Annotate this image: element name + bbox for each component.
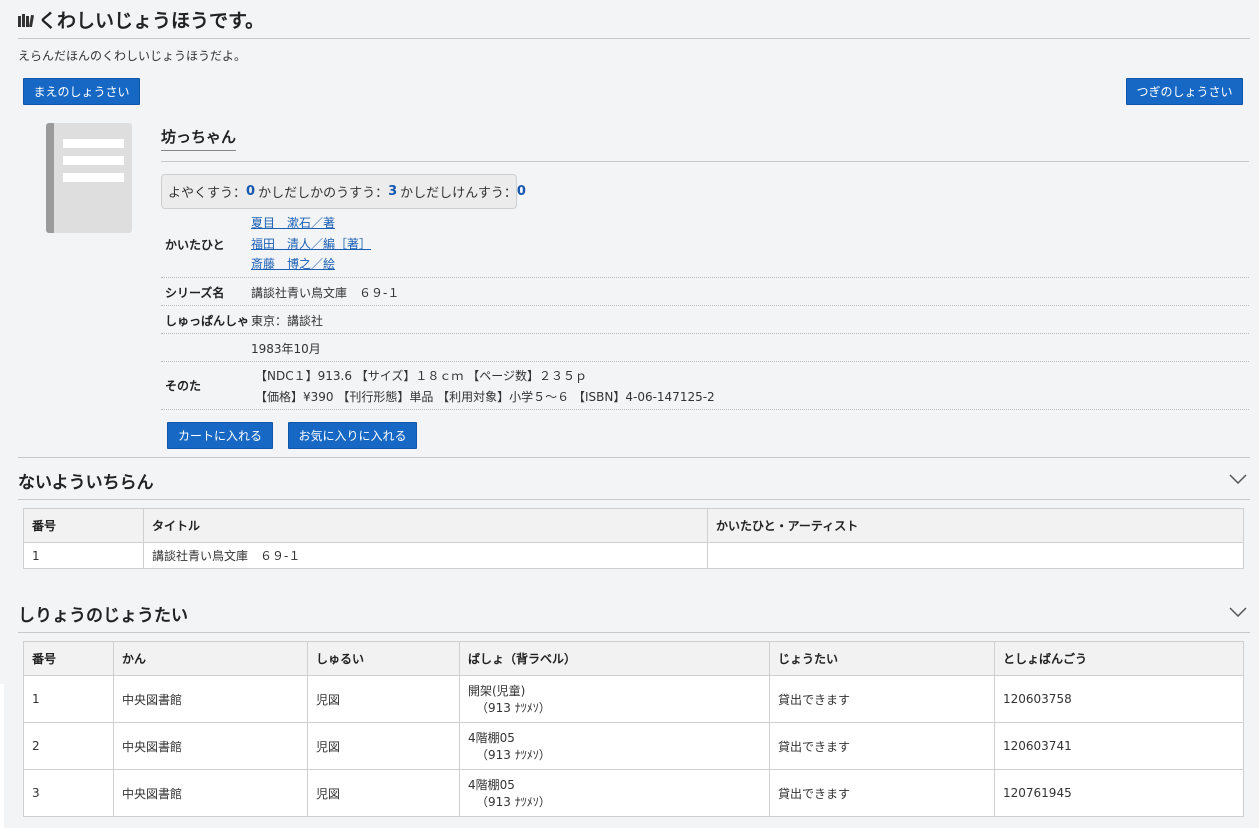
contents-table: 番号 タイトル かいたひと・アーティスト 1 講談社青い鳥文庫 ６９-１ — [23, 508, 1244, 569]
table-cell: 貸出できます — [769, 722, 995, 770]
contents-top-divider — [18, 457, 1250, 458]
book-title-divider — [161, 161, 1249, 162]
column-header: かいたひと・アーティスト — [707, 508, 1244, 543]
next-detail-button[interactable]: つぎのしょうさい — [1126, 78, 1243, 105]
table-cell: 120603758 — [994, 675, 1244, 723]
detail-page: くわしいじょうほうです。 えらんだほんのくわしいじょうほうだよ。 まえのしょうさ… — [0, 0, 1259, 828]
table-cell: 中央図書館 — [113, 769, 308, 817]
table-cell: 貸出できます — [769, 675, 995, 723]
table-cell: 3 — [23, 769, 114, 817]
column-header: としょばんごう — [994, 641, 1244, 676]
lendable-count-value: 3 — [388, 184, 398, 199]
availability-counts: よやくすう： 0 かしだしかのうすう： 3 かしだしけんすう： 0 — [161, 174, 526, 209]
publisher-row: しゅっぱんしゃ 東京：講談社 — [161, 306, 1249, 334]
table-cell: 貸出できます — [769, 769, 995, 817]
table-cell: 中央図書館 — [113, 675, 308, 723]
page-lead: えらんだほんのくわしいじょうほうだよ。 — [18, 49, 247, 63]
table-cell: 120761945 — [994, 769, 1244, 817]
authors-row: かいたひと 夏目 漱石／著 福田 清人／編［著］ 斎藤 博之／絵 — [161, 211, 1249, 278]
book-title: 坊っちゃん — [161, 126, 237, 151]
publisher-label: しゅっぱんしゃ — [165, 314, 250, 328]
publish-date: 1983年10月 — [251, 342, 321, 356]
series-value: 講談社青い鳥文庫 ６９-１ — [251, 286, 400, 300]
column-header: 番号 — [23, 508, 144, 543]
shelf-location: 4階棚05 — [468, 731, 515, 745]
other-row: そのた 【NDC１】913.6 【サイズ】１８ｃｍ 【ページ数】２３５ｐ 【価格… — [161, 362, 1249, 410]
reserve-count-label: よやくすう： — [168, 186, 247, 201]
table-cell: 児図 — [307, 769, 460, 817]
publisher-value: 東京：講談社 — [251, 314, 324, 328]
table-row: 1 講談社青い鳥文庫 ６９-１ — [23, 542, 1244, 569]
books-icon — [18, 13, 34, 27]
column-header: 番号 — [23, 641, 114, 676]
table-header-row: 番号 タイトル かいたひと・アーティスト — [23, 508, 1244, 543]
table-cell: 講談社青い鳥文庫 ６９-１ — [143, 542, 708, 569]
call-number-label: （913 ﾅﾂﾒｿ） — [476, 795, 551, 809]
edge-strip — [0, 684, 4, 828]
call-number-label: （913 ﾅﾂﾒｿ） — [476, 701, 551, 715]
column-header: タイトル — [143, 508, 708, 543]
table-cell: 4階棚05 （913 ﾅﾂﾒｿ） — [459, 722, 770, 770]
date-row: 1983年10月 — [161, 334, 1249, 362]
shelf-location: 開架(児童) — [468, 684, 526, 698]
table-cell: 4階棚05 （913 ﾅﾂﾒｿ） — [459, 769, 770, 817]
page-title: くわしいじょうほうです。 — [18, 6, 264, 33]
table-cell: 2 — [23, 722, 114, 770]
holdings-table: 番号 かん しゅるい ばしょ（背ラベル） じょうたい としょばんごう 1 中央図… — [23, 641, 1244, 817]
author-link[interactable]: 斎藤 博之／絵 — [251, 255, 335, 272]
series-row: シリーズ名 講談社青い鳥文庫 ６９-１ — [161, 278, 1249, 306]
column-header: ばしょ（背ラベル） — [459, 641, 770, 676]
table-row: 1 中央図書館 児図 開架(児童) （913 ﾅﾂﾒｿ） 貸出できます 1206… — [23, 675, 1244, 723]
column-header: しゅるい — [307, 641, 460, 676]
lendable-count-label: かしだしかのうすう： — [258, 186, 389, 201]
book-cover-placeholder-icon — [46, 123, 132, 233]
lent-count-value: 0 — [516, 184, 526, 199]
add-to-favorites-button[interactable]: お気に入りに入れる — [288, 422, 417, 449]
table-cell: 中央図書館 — [113, 722, 308, 770]
contents-divider — [18, 499, 1250, 500]
column-header: かん — [113, 641, 308, 676]
authors-label: かいたひと — [165, 238, 225, 252]
author-link[interactable]: 夏目 漱石／著 — [251, 214, 335, 231]
table-row: 2 中央図書館 児図 4階棚05 （913 ﾅﾂﾒｿ） 貸出できます 12060… — [23, 722, 1244, 770]
table-cell: 開架(児童) （913 ﾅﾂﾒｿ） — [459, 675, 770, 723]
table-cell: 児図 — [307, 675, 460, 723]
prev-detail-button[interactable]: まえのしょうさい — [23, 78, 140, 105]
call-number-label: （913 ﾅﾂﾒｿ） — [476, 748, 551, 762]
lent-count-label: かしだしけんすう： — [400, 186, 517, 201]
page-title-text: くわしいじょうほうです。 — [38, 10, 265, 32]
column-header: じょうたい — [769, 641, 995, 676]
table-cell: 児図 — [307, 722, 460, 770]
table-header-row: 番号 かん しゅるい ばしょ（背ラベル） じょうたい としょばんごう — [23, 641, 1244, 676]
author-link[interactable]: 福田 清人／編［著］ — [251, 235, 371, 252]
reserve-count-value: 0 — [246, 184, 256, 199]
table-cell: 1 — [23, 675, 114, 723]
contents-section-title[interactable]: ないよういちらん — [18, 468, 154, 493]
holdings-divider — [18, 632, 1250, 633]
add-to-cart-button[interactable]: カートに入れる — [167, 422, 273, 449]
chevron-down-icon[interactable] — [1229, 474, 1247, 484]
chevron-down-icon[interactable] — [1229, 607, 1247, 617]
holdings-section-title[interactable]: しりょうのじょうたい — [18, 601, 188, 626]
shelf-location: 4階棚05 — [468, 778, 515, 792]
title-divider — [18, 38, 1250, 39]
other-info-line: 【NDC１】913.6 【サイズ】１８ｃｍ 【ページ数】２３５ｐ — [255, 369, 587, 383]
table-cell — [707, 542, 1244, 569]
other-label: そのた — [165, 379, 202, 393]
table-row: 3 中央図書館 児図 4階棚05 （913 ﾅﾂﾒｿ） 貸出できます 12076… — [23, 769, 1244, 817]
series-label: シリーズ名 — [165, 286, 225, 300]
table-cell: 120603741 — [994, 722, 1244, 770]
table-cell: 1 — [23, 542, 144, 569]
other-info-line: 【価格】¥390 【刊行形態】単品 【利用対象】小学５～６ 【ISBN】4-06… — [255, 390, 715, 404]
